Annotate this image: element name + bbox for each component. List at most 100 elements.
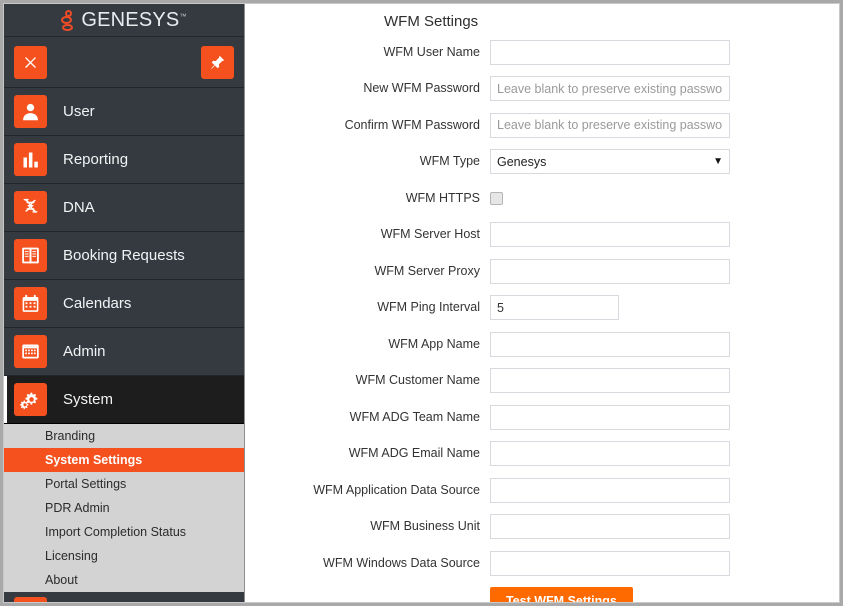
chevron-down-icon: ▼ <box>713 157 723 167</box>
brand-name: GENESYS™ <box>81 9 186 32</box>
wfm-windows-data-source-input[interactable] <box>490 551 730 576</box>
gears-icon <box>14 383 47 416</box>
field-row-wfm-business-unit: WFM Business Unit <box>245 509 839 546</box>
wfm-application-data-source-input[interactable] <box>490 478 730 503</box>
field-label: WFM ADG Email Name <box>245 446 490 461</box>
field-row-confirm-wfm-password: Confirm WFM Password <box>245 107 839 144</box>
field-row-wfm-user-name: WFM User Name <box>245 34 839 71</box>
bar-chart-icon <box>14 143 47 176</box>
wfm-server-proxy-input[interactable] <box>490 259 730 284</box>
field-row-wfm-ping-interval: WFM Ping Interval <box>245 290 839 327</box>
submenu-item-label: Import Completion Status <box>45 525 186 539</box>
wfm-adg-email-name-input[interactable] <box>490 441 730 466</box>
field-row-new-wfm-password: New WFM Password <box>245 71 839 108</box>
system-submenu: Branding System Settings Portal Settings… <box>4 424 244 592</box>
sidebar-item-label: Reporting <box>63 151 128 168</box>
wfm-adg-team-name-input[interactable] <box>490 405 730 430</box>
field-label: WFM HTTPS <box>245 191 490 206</box>
field-label: New WFM Password <box>245 81 490 96</box>
field-label: WFM Application Data Source <box>245 483 490 498</box>
submenu-item-import-completion-status[interactable]: Import Completion Status <box>4 520 244 544</box>
partial-nav-icon <box>14 597 47 602</box>
calendar-icon <box>14 287 47 320</box>
confirm-wfm-password-input[interactable] <box>490 113 730 138</box>
submenu-item-portal-settings[interactable]: Portal Settings <box>4 472 244 496</box>
sidebar-item-calendars[interactable]: Calendars <box>4 280 244 328</box>
sidebar-item-system[interactable]: System <box>4 376 244 424</box>
wfm-server-host-input[interactable] <box>490 222 730 247</box>
wfm-app-name-input[interactable] <box>490 332 730 357</box>
wfm-https-checkbox[interactable] <box>490 192 503 205</box>
page-title: WFM Settings <box>384 13 478 30</box>
wfm-type-select[interactable]: Genesys ▼ <box>490 149 730 174</box>
new-wfm-password-input[interactable] <box>490 76 730 101</box>
main-content: WFM Settings WFM User Name New WFM Passw… <box>245 4 839 602</box>
sidebar-item-dna[interactable]: DNA <box>4 184 244 232</box>
field-row-wfm-adg-team-name: WFM ADG Team Name <box>245 399 839 436</box>
submenu-item-pdr-admin[interactable]: PDR Admin <box>4 496 244 520</box>
close-x-icon <box>23 55 38 70</box>
sidebar-item-partial[interactable] <box>4 592 244 602</box>
submenu-item-label: Branding <box>45 429 95 443</box>
sidebar-item-reporting[interactable]: Reporting <box>4 136 244 184</box>
submenu-item-system-settings[interactable]: System Settings <box>4 448 244 472</box>
field-row-wfm-customer-name: WFM Customer Name <box>245 363 839 400</box>
field-label: WFM Server Proxy <box>245 264 490 279</box>
wfm-type-selected-value: Genesys <box>497 155 546 169</box>
submenu-item-label: About <box>45 573 78 587</box>
brand-header: GENESYS™ <box>4 4 244 37</box>
field-label: WFM Server Host <box>245 227 490 242</box>
brand-logo: GENESYS™ <box>61 9 186 32</box>
submenu-item-branding[interactable]: Branding <box>4 424 244 448</box>
field-label: WFM Ping Interval <box>245 300 490 315</box>
sidebar-toolbar <box>4 37 244 88</box>
field-label: Confirm WFM Password <box>245 118 490 133</box>
submenu-item-about[interactable]: About <box>4 568 244 592</box>
admin-grid-icon <box>14 335 47 368</box>
application-window: GENESYS™ User <box>3 3 840 603</box>
sidebar-item-label: Admin <box>63 343 106 360</box>
sidebar-item-label: Booking Requests <box>63 247 185 264</box>
field-label: WFM ADG Team Name <box>245 410 490 425</box>
dna-helix-icon <box>14 191 47 224</box>
submenu-item-licensing[interactable]: Licensing <box>4 544 244 568</box>
field-label: WFM App Name <box>245 337 490 352</box>
field-label: WFM User Name <box>245 45 490 60</box>
field-row-wfm-server-host: WFM Server Host <box>245 217 839 254</box>
submenu-item-label: PDR Admin <box>45 501 110 515</box>
field-row-wfm-https: WFM HTTPS <box>245 180 839 217</box>
pin-button[interactable] <box>201 46 234 79</box>
submenu-item-label: System Settings <box>45 453 142 467</box>
close-button[interactable] <box>14 46 47 79</box>
sidebar-item-user[interactable]: User <box>4 88 244 136</box>
wfm-customer-name-input[interactable] <box>490 368 730 393</box>
wfm-settings-form: WFM User Name New WFM Password Confirm W… <box>245 34 839 602</box>
sidebar: GENESYS™ User <box>4 4 245 602</box>
sidebar-item-label: Calendars <box>63 295 131 312</box>
field-row-wfm-adg-email-name: WFM ADG Email Name <box>245 436 839 473</box>
wfm-business-unit-input[interactable] <box>490 514 730 539</box>
field-label: WFM Type <box>245 154 490 169</box>
brand-name-text: GENESYS <box>81 9 179 31</box>
field-label: WFM Windows Data Source <box>245 556 490 571</box>
sidebar-item-label: DNA <box>63 199 95 216</box>
sidebar-item-label: User <box>63 103 95 120</box>
submenu-item-label: Portal Settings <box>45 477 126 491</box>
sidebar-item-booking-requests[interactable]: Booking Requests <box>4 232 244 280</box>
sidebar-item-admin[interactable]: Admin <box>4 328 244 376</box>
field-label: WFM Customer Name <box>245 373 490 388</box>
user-icon <box>14 95 47 128</box>
test-wfm-settings-button[interactable]: Test WFM Settings <box>490 587 633 603</box>
field-row-wfm-type: WFM Type Genesys ▼ <box>245 144 839 181</box>
field-row-wfm-windows-data-source: WFM Windows Data Source <box>245 545 839 582</box>
wfm-ping-interval-input[interactable] <box>490 295 619 320</box>
genesys-logo-icon <box>61 10 76 31</box>
sidebar-item-label: System <box>63 391 113 408</box>
field-row-wfm-server-proxy: WFM Server Proxy <box>245 253 839 290</box>
brand-trademark: ™ <box>179 13 186 20</box>
open-book-icon <box>14 239 47 272</box>
field-label: WFM Business Unit <box>245 519 490 534</box>
wfm-user-name-input[interactable] <box>490 40 730 65</box>
field-row-wfm-application-data-source: WFM Application Data Source <box>245 472 839 509</box>
field-row-wfm-app-name: WFM App Name <box>245 326 839 363</box>
